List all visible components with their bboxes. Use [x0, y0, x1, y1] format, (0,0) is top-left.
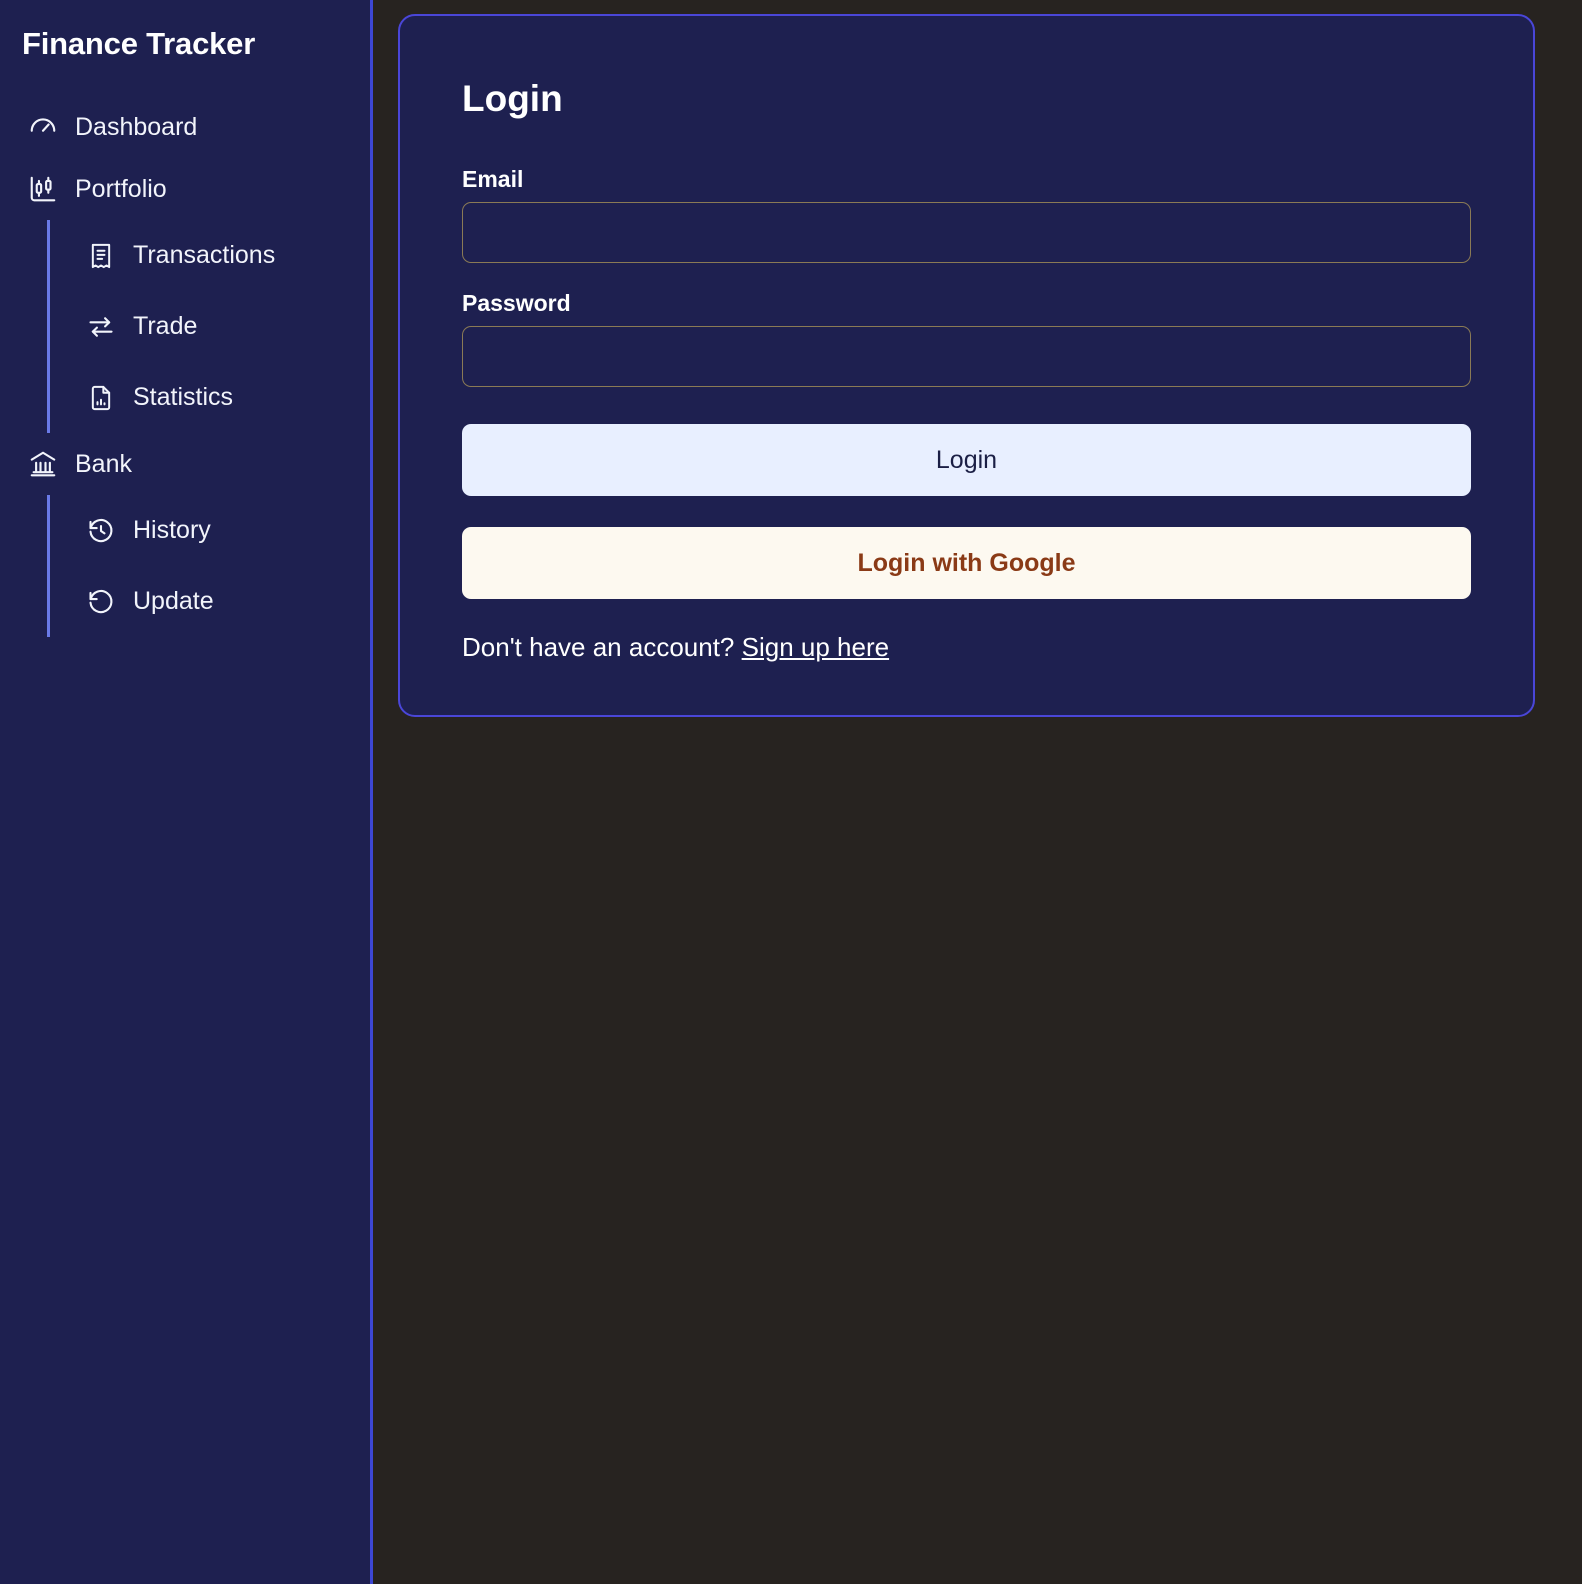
- login-card: Login Email Password Login Login with Go…: [398, 14, 1535, 717]
- signup-row: Don't have an account? Sign up here: [462, 632, 1471, 663]
- app-brand-title: Finance Tracker: [22, 26, 256, 61]
- sidebar-item-update[interactable]: Update: [50, 566, 370, 637]
- app-root: Finance Tracker Dashboard Portfolio Tran…: [0, 0, 1582, 1584]
- page-title: Login: [462, 78, 563, 119]
- sidebar-subgroup-portfolio: Transactions Trade Statistics: [47, 220, 370, 433]
- sidebar-nav: Dashboard Portfolio Transactions Trade S…: [0, 96, 370, 637]
- sign-up-link[interactable]: Sign up here: [742, 632, 889, 662]
- sidebar-item-dashboard[interactable]: Dashboard: [0, 96, 370, 158]
- exchange-arrows-icon: [86, 312, 116, 342]
- password-input[interactable]: [462, 326, 1471, 387]
- login-with-google-button[interactable]: Login with Google: [462, 527, 1471, 599]
- sidebar-item-label: History: [133, 516, 211, 544]
- email-input[interactable]: [462, 202, 1471, 263]
- sidebar: Finance Tracker Dashboard Portfolio Tran…: [0, 0, 373, 1584]
- sidebar-item-label: Trade: [133, 312, 198, 340]
- sidebar-item-label: Update: [133, 587, 214, 615]
- password-label: Password: [462, 290, 571, 316]
- sidebar-item-transactions[interactable]: Transactions: [50, 220, 370, 291]
- sidebar-item-trade[interactable]: Trade: [50, 291, 370, 362]
- sidebar-item-bank[interactable]: Bank: [0, 433, 370, 495]
- sidebar-item-label: Bank: [75, 449, 132, 478]
- sidebar-item-history[interactable]: History: [50, 495, 370, 566]
- document-chart-icon: [86, 383, 116, 413]
- main-content: Login Email Password Login Login with Go…: [373, 0, 1582, 1584]
- sidebar-item-label: Transactions: [133, 241, 276, 269]
- email-label: Email: [462, 166, 524, 192]
- signup-prompt-text: Don't have an account?: [462, 632, 735, 662]
- sidebar-subgroup-bank: History Update: [47, 495, 370, 637]
- sidebar-item-statistics[interactable]: Statistics: [50, 362, 370, 433]
- candlestick-chart-icon: [28, 174, 58, 204]
- sidebar-item-label: Statistics: [133, 383, 234, 411]
- rotate-ccw-icon: [86, 587, 116, 617]
- email-field-group: Email: [462, 166, 1471, 263]
- sidebar-item-label: Portfolio: [75, 174, 167, 203]
- password-field-group: Password: [462, 290, 1471, 387]
- gauge-icon: [28, 112, 58, 142]
- sidebar-item-portfolio[interactable]: Portfolio: [0, 158, 370, 220]
- clock-history-icon: [86, 516, 116, 546]
- sidebar-item-label: Dashboard: [75, 112, 198, 141]
- receipt-icon: [86, 241, 116, 271]
- login-button[interactable]: Login: [462, 424, 1471, 496]
- bank-building-icon: [28, 449, 58, 479]
